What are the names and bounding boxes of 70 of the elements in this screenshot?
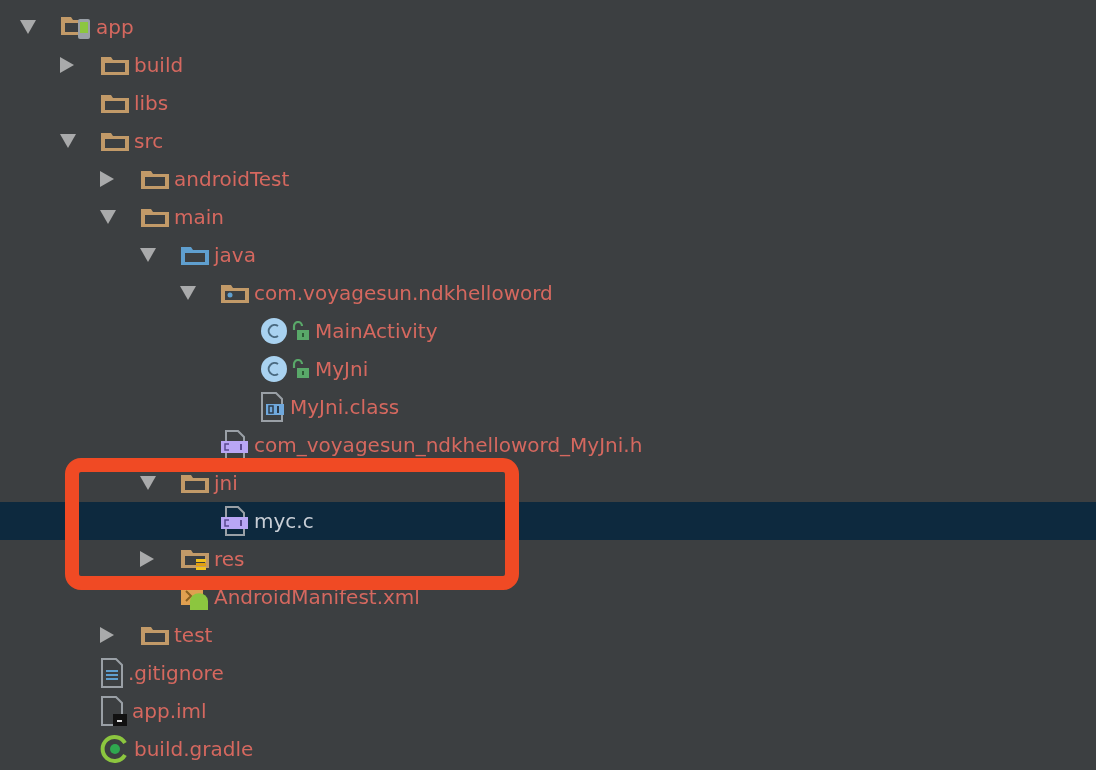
file-name: AndroidManifest.xml — [214, 585, 420, 609]
file-name: .gitignore — [128, 661, 224, 685]
tree-row[interactable]: androidTest — [0, 160, 1096, 198]
tree-row[interactable]: myc.c — [0, 502, 1096, 540]
file-name: main — [174, 205, 224, 229]
tree-row[interactable]: java — [0, 236, 1096, 274]
package-icon — [220, 282, 250, 304]
expand-arrow-icon[interactable] — [60, 57, 74, 73]
tree-row[interactable]: .gitignore — [0, 654, 1096, 692]
tree-row[interactable]: AndroidManifest.xml — [0, 578, 1096, 616]
module-folder-icon — [60, 14, 92, 40]
folder-icon — [180, 244, 210, 266]
folder-icon — [140, 168, 170, 190]
file-name: com.voyagesun.ndkhelloword — [254, 281, 553, 305]
file-name: MyJni.class — [290, 395, 400, 419]
collapse-arrow-icon[interactable] — [140, 248, 156, 262]
text-file-icon — [100, 658, 124, 688]
tree-row[interactable]: MyJni — [0, 350, 1096, 388]
c-file-icon — [220, 430, 250, 460]
lock-icon — [291, 359, 311, 379]
tree-row[interactable]: MainActivity — [0, 312, 1096, 350]
file-name: app.iml — [132, 699, 207, 723]
expand-arrow-icon[interactable] — [100, 171, 114, 187]
folder-icon — [180, 472, 210, 494]
file-name: androidTest — [174, 167, 290, 191]
tree-row[interactable]: app — [0, 8, 1096, 46]
file-name: MyJni — [315, 357, 369, 381]
expand-arrow-icon[interactable] — [100, 627, 114, 643]
folder-icon — [140, 206, 170, 228]
c-file-icon — [220, 506, 250, 536]
file-name: src — [134, 129, 164, 153]
folder-icon — [100, 92, 130, 114]
tree-row[interactable]: build — [0, 46, 1096, 84]
tree-row[interactable]: res — [0, 540, 1096, 578]
tree-row[interactable]: libs — [0, 84, 1096, 122]
class-icon — [260, 355, 288, 383]
collapse-arrow-icon[interactable] — [100, 210, 116, 224]
collapse-arrow-icon[interactable] — [180, 286, 196, 300]
folder-icon — [100, 130, 130, 152]
tree-row[interactable]: src — [0, 122, 1096, 160]
file-name: build — [134, 53, 184, 77]
tree-row[interactable]: MyJni.class — [0, 388, 1096, 426]
file-name: MainActivity — [315, 319, 438, 343]
file-name: libs — [134, 91, 169, 115]
resource-folder-icon — [180, 547, 210, 571]
lock-icon — [291, 321, 311, 341]
file-name: java — [214, 243, 256, 267]
collapse-arrow-icon[interactable] — [60, 134, 76, 148]
folder-icon — [100, 54, 130, 76]
tree-row[interactable]: app.iml — [0, 692, 1096, 730]
collapse-arrow-icon[interactable] — [140, 476, 156, 490]
tree-row[interactable]: com_voyagesun_ndkhelloword_MyJni.h — [0, 426, 1096, 464]
tree-row[interactable]: jni — [0, 464, 1096, 502]
folder-icon — [140, 624, 170, 646]
file-name: jni — [214, 471, 238, 495]
tree-row[interactable]: main — [0, 198, 1096, 236]
collapse-arrow-icon[interactable] — [20, 20, 36, 34]
expand-arrow-icon[interactable] — [140, 551, 154, 567]
tree-row[interactable]: com.voyagesun.ndkhelloword — [0, 274, 1096, 312]
file-name: com_voyagesun_ndkhelloword_MyJni.h — [254, 433, 643, 457]
file-name: app — [96, 15, 134, 39]
binary-file-icon — [260, 392, 286, 422]
file-name: build.gradle — [134, 737, 254, 761]
class-icon — [260, 317, 288, 345]
tree-row[interactable]: build.gradle — [0, 730, 1096, 768]
file-name: res — [214, 547, 245, 571]
module-file-icon — [100, 696, 128, 726]
file-name: myc.c — [254, 509, 314, 533]
tree-row[interactable]: test — [0, 616, 1096, 654]
file-name: test — [174, 623, 213, 647]
